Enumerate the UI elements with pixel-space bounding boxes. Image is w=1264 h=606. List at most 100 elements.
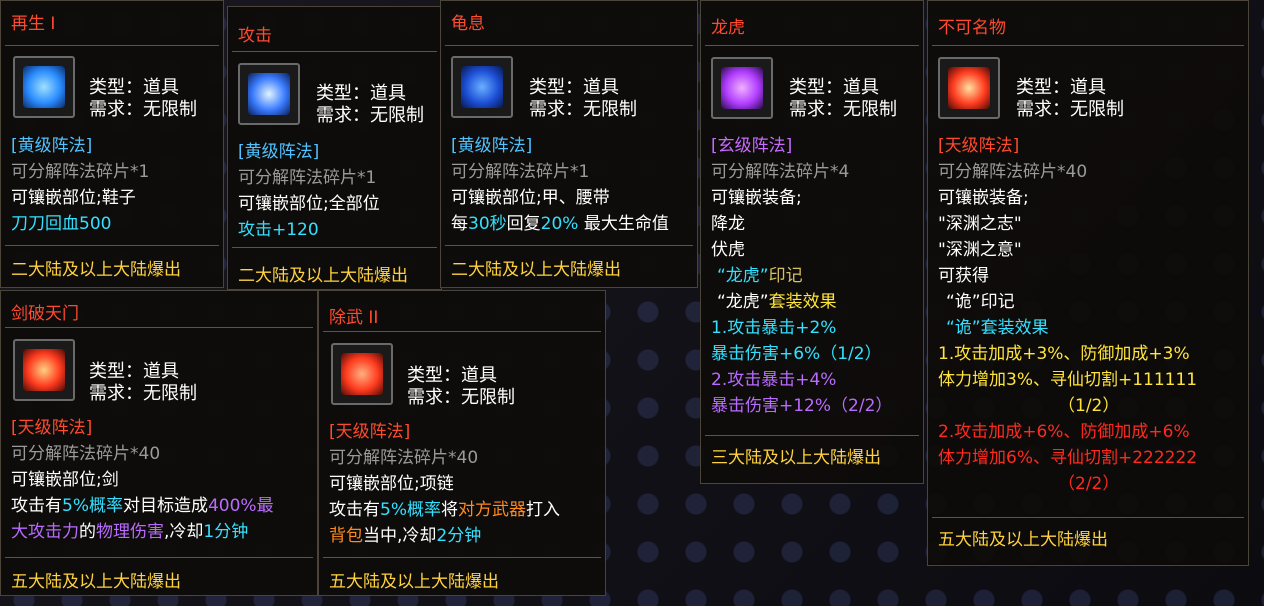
- fragment-line: 可分解阵法碎片*1: [238, 168, 377, 188]
- set-bonus-line: 2.攻击加成+6%、防御加成+6%: [938, 422, 1190, 442]
- effect-line: 攻击有5%概率对目标造成400%最: [11, 493, 274, 519]
- effect-damage: 400%最: [207, 496, 274, 516]
- drop-source: 二大陆及以上大陆爆出: [11, 260, 181, 280]
- dragon-tiger-icon: [721, 67, 763, 109]
- set-piece-line: "深渊之意": [938, 240, 1022, 260]
- divider: [232, 247, 437, 248]
- slot-line: 可镶嵌部位;全部位: [238, 194, 380, 214]
- set-bonus-count: （1/2）: [1058, 396, 1120, 416]
- turtle-icon: [461, 66, 503, 108]
- tooltip-guixi: 龟息 类型：道具 需求：无限制 [黄级阵法] 可分解阵法碎片*1 可镶嵌部位;甲…: [440, 0, 698, 288]
- item-title: 龙虎: [711, 18, 745, 38]
- tooltip-longhu: 龙虎 类型：道具 需求：无限制 [玄级阵法] 可分解阵法碎片*4 可镶嵌装备; …: [700, 0, 924, 484]
- item-icon: [238, 63, 300, 125]
- item-icon: [13, 339, 75, 401]
- mark-name: “诡”: [946, 292, 981, 312]
- req-line: 需求：无限制: [529, 99, 637, 120]
- drop-source: 三大陆及以上大陆爆出: [711, 448, 881, 468]
- item-body: [天级阵法] 可分解阵法碎片*40 可镶嵌部位;项链 攻击有5%概率将对方武器打…: [329, 419, 560, 549]
- effect-line: 刀刀回血500: [11, 214, 112, 234]
- set-bonus-line: 暴击伤害+12%（2/2）: [711, 396, 893, 416]
- divider: [5, 45, 219, 46]
- type-line: 类型：道具: [89, 361, 179, 382]
- fragment-line: 可分解阵法碎片*1: [451, 162, 590, 182]
- effect-chance: 5%概率: [62, 496, 123, 516]
- tooltip-bukemingwu: 不可名物 类型：道具 需求：无限制 [天级阵法] 可分解阵法碎片*40 可镶嵌装…: [927, 0, 1249, 566]
- item-title: 龟息: [451, 14, 485, 34]
- orb-icon: [23, 66, 65, 108]
- effect-line: 攻击有5%概率将对方武器打入: [329, 497, 560, 523]
- item-meta: 类型：道具 需求：无限制: [316, 83, 424, 127]
- type-line: 类型：道具: [789, 77, 879, 98]
- blade-icon: [23, 349, 65, 391]
- set-piece-line: "深渊之志": [938, 214, 1022, 234]
- type-line: 类型：道具: [407, 365, 497, 386]
- item-icon: [711, 57, 773, 119]
- item-body: [天级阵法] 可分解阵法碎片*40 可镶嵌部位;剑 攻击有5%概率对目标造成40…: [11, 415, 274, 545]
- tier-label: [天级阵法]: [11, 418, 93, 438]
- set-bonus-line: 暴击伤害+6%（1/2）: [711, 344, 882, 364]
- fragment-line: 可分解阵法碎片*4: [711, 162, 850, 182]
- slot-line: 可镶嵌部位;项链: [329, 474, 454, 494]
- item-title: 除武 II: [329, 308, 379, 328]
- item-title: 攻击: [238, 26, 272, 46]
- mark-suffix: 印记: [980, 292, 1015, 312]
- effect-target: 对方武器: [457, 500, 526, 520]
- slot-line: 可镶嵌部位;甲、腰带: [451, 188, 610, 208]
- req-line: 需求：无限制: [1016, 99, 1124, 120]
- divider: [445, 45, 693, 46]
- effect-damage-type: 物理伤害: [96, 522, 164, 542]
- effect-line: 每30秒回复20% 最大生命值: [451, 211, 669, 237]
- set-name: “龙虎”: [717, 292, 769, 312]
- effect-cooldown: 1分钟: [203, 522, 249, 542]
- drop-source: 五大陆及以上大陆爆出: [938, 530, 1108, 550]
- tooltip-gongji: 攻击 类型：道具 需求：无限制 [黄级阵法] 可分解阵法碎片*1 可镶嵌部位;全…: [227, 6, 442, 290]
- effect-percent: 20%: [540, 214, 579, 234]
- item-meta: 类型：道具 需求：无限制: [407, 365, 515, 409]
- effect-target: 背包: [329, 526, 363, 546]
- effect-cooldown: 2分钟: [436, 526, 482, 546]
- req-line: 需求：无限制: [89, 99, 197, 120]
- divider: [5, 557, 313, 558]
- item-title: 不可名物: [938, 18, 1006, 38]
- divider: [5, 245, 219, 246]
- slot-line: 可镶嵌部位;剑: [11, 470, 119, 490]
- item-body: [玄级阵法] 可分解阵法碎片*4 可镶嵌装备; 降龙 伏虎 “龙虎”印记 “龙虎…: [711, 133, 892, 419]
- item-meta: 类型：道具 需求：无限制: [529, 77, 637, 121]
- req-line: 需求：无限制: [316, 105, 424, 126]
- type-line: 类型：道具: [529, 77, 619, 98]
- divider: [323, 331, 601, 332]
- set-piece-line: 伏虎: [711, 240, 745, 260]
- item-body: [黄级阵法] 可分解阵法碎片*1 可镶嵌部位;全部位 攻击+120: [238, 139, 380, 243]
- flame-icon: [948, 67, 990, 109]
- effect-text: ,冷却: [164, 522, 204, 542]
- set-line: “龙虎”套装效果: [711, 289, 892, 315]
- divider: [705, 435, 919, 436]
- item-icon: [13, 56, 75, 118]
- set-bonus-count: （2/2）: [1058, 474, 1120, 494]
- effect-line: 攻击+120: [238, 220, 319, 240]
- effect-line: 大攻击力的物理伤害,冷却1分钟: [11, 519, 274, 545]
- item-meta: 类型：道具 需求：无限制: [789, 77, 897, 121]
- mark-name: “龙虎”: [717, 266, 769, 286]
- drop-source: 二大陆及以上大陆爆出: [451, 260, 621, 280]
- item-icon: [451, 56, 513, 118]
- set-bonus-line: 1.攻击暴击+2%: [711, 318, 837, 338]
- divider: [445, 245, 693, 246]
- divider: [323, 557, 601, 558]
- effect-text: 回复: [506, 214, 541, 234]
- tier-label: [天级阵法]: [938, 136, 1020, 156]
- slot-line: 可镶嵌装备;: [711, 188, 802, 208]
- item-icon: [331, 343, 393, 405]
- mark-line: “诡”印记: [938, 289, 1197, 315]
- set-bonus-line: 1.攻击加成+3%、防御加成+3%: [938, 344, 1190, 364]
- slot-line: 可镶嵌部位;鞋子: [11, 188, 136, 208]
- effect-chance: 5%概率: [380, 500, 441, 520]
- set-piece-line: 降龙: [711, 214, 745, 234]
- item-body: [天级阵法] 可分解阵法碎片*40 可镶嵌装备; "深渊之志" "深渊之意" 可…: [938, 133, 1197, 497]
- effect-interval: 30秒: [468, 214, 507, 234]
- effect-text: 对目标造成: [122, 496, 208, 516]
- divider: [5, 327, 313, 328]
- req-line: 需求：无限制: [407, 387, 515, 408]
- divider: [705, 45, 919, 46]
